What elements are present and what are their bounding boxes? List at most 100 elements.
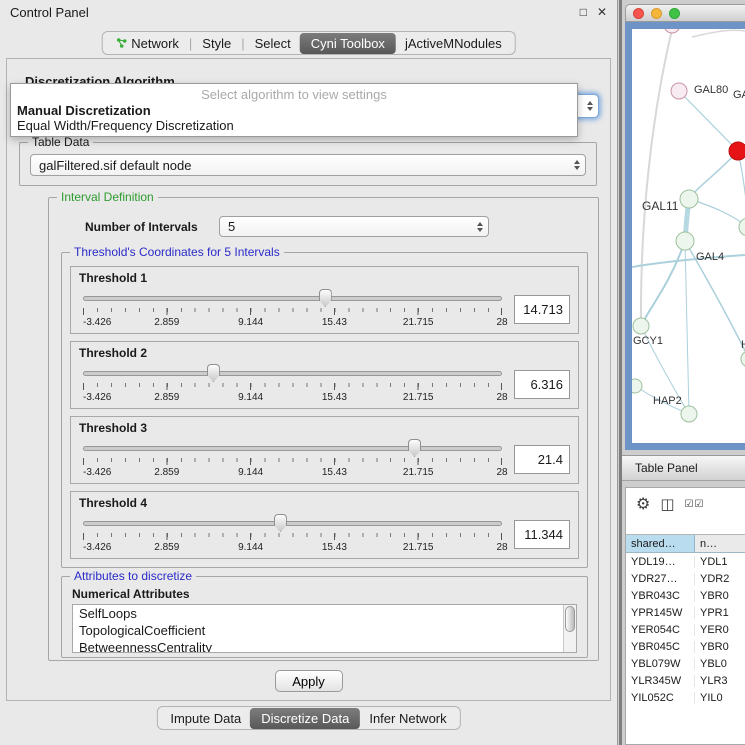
slider-track[interactable]: [83, 371, 502, 376]
slider-track[interactable]: [83, 296, 502, 301]
cell[interactable]: YBL079W: [626, 658, 695, 670]
table-header-row: shared… n…: [626, 534, 745, 553]
table-panel: ⚙ ◫ ☑☑ shared… n… YDL19… YDL1 YDR27… YDR…: [625, 487, 745, 745]
tab-cyni-toolbox[interactable]: Cyni Toolbox: [300, 33, 396, 54]
control-panel-window: Control Panel □ ✕ Network | Style | Sele…: [0, 0, 618, 745]
slider-track[interactable]: [83, 521, 502, 526]
table-row[interactable]: YPR145W YPR1: [626, 604, 745, 621]
threshold-1-slider[interactable]: -3.426 2.859 9.144 15.43 21.715 28: [83, 287, 502, 331]
number-of-intervals-combobox[interactable]: 5: [219, 216, 489, 237]
table-row[interactable]: YDR27… YDR2: [626, 570, 745, 587]
slider-thumb[interactable]: [319, 289, 332, 307]
table-row[interactable]: YBR043C YBR0: [626, 587, 745, 604]
node-label-gal11[interactable]: GAL11: [642, 199, 678, 213]
cell[interactable]: YBR043C: [626, 590, 695, 602]
slider-tick-labels: -3.426 2.859 9.144 15.43 21.715 28: [83, 317, 502, 329]
minimize-traffic-light-icon[interactable]: [651, 8, 662, 19]
tab-label: Infer Network: [369, 711, 446, 726]
threshold-1-value-field[interactable]: 14.713: [514, 295, 570, 324]
float-window-icon[interactable]: □: [580, 5, 587, 19]
table-data-combobox[interactable]: galFiltered.sif default node: [30, 154, 586, 176]
node-label-partial[interactable]: GA: [733, 89, 745, 101]
cell[interactable]: YDL19…: [626, 556, 695, 568]
combobox-arrows-icon: [477, 222, 483, 232]
list-scrollbar[interactable]: [563, 605, 576, 652]
cell[interactable]: YDR2: [695, 573, 745, 585]
table-row[interactable]: YER054C YER0: [626, 621, 745, 638]
tick-label: 21.715: [403, 542, 434, 553]
threshold-3-label: Threshold 3: [79, 421, 570, 435]
network-window-titlebar[interactable]: [625, 4, 745, 22]
cell[interactable]: YBR0: [695, 590, 745, 602]
cell[interactable]: YPR145W: [626, 607, 695, 619]
node-label-gal80[interactable]: GAL80: [694, 84, 728, 96]
tab-label: Network: [131, 36, 179, 51]
table-row[interactable]: YBR045C YBR0: [626, 638, 745, 655]
tick-label: 2.859: [154, 542, 179, 553]
node-label-gcy1[interactable]: GCY1: [633, 335, 663, 347]
table-row[interactable]: YBL079W YBL0: [626, 655, 745, 672]
cell[interactable]: YDL1: [695, 556, 745, 568]
tab-style[interactable]: Style: [193, 34, 240, 53]
tab-infer-network[interactable]: Infer Network: [360, 709, 455, 728]
cell[interactable]: YIL052C: [626, 692, 695, 704]
cell[interactable]: YIL0: [695, 692, 745, 704]
cell[interactable]: YBR045C: [626, 641, 695, 653]
slider-track[interactable]: [83, 446, 502, 451]
list-item[interactable]: TopologicalCoefficient: [73, 622, 576, 639]
column-header-name[interactable]: n…: [695, 535, 745, 552]
apply-button[interactable]: Apply: [275, 670, 343, 692]
tab-select[interactable]: Select: [246, 34, 300, 53]
cell[interactable]: YLR3: [695, 675, 745, 687]
tab-network[interactable]: Network: [106, 34, 188, 53]
threshold-2-label: Threshold 2: [79, 346, 570, 360]
cell[interactable]: YPR1: [695, 607, 745, 619]
cell[interactable]: YLR345W: [626, 675, 695, 687]
cell[interactable]: YDR27…: [626, 573, 695, 585]
list-item[interactable]: BetweennessCentrality: [73, 639, 576, 653]
combobox-arrows-icon: [574, 160, 580, 170]
network-view-frame: GAL80 GA GAL11 GAL4 GCY1 H HAP2: [625, 22, 745, 450]
scrollbar-thumb[interactable]: [565, 606, 575, 632]
threshold-2-slider[interactable]: -3.426 2.859 9.144 15.43 21.715 28: [83, 362, 502, 406]
tab-label: Discretize Data: [261, 711, 349, 726]
threshold-4-slider[interactable]: -3.426 2.859 9.144 15.43 21.715 28: [83, 512, 502, 556]
table-row[interactable]: YIL052C YIL0: [626, 689, 745, 706]
node-label-gal4[interactable]: GAL4: [696, 251, 724, 263]
list-item[interactable]: SelfLoops: [73, 605, 576, 622]
close-icon[interactable]: ✕: [597, 5, 607, 19]
number-of-intervals-value: 5: [228, 219, 235, 234]
tab-impute-data[interactable]: Impute Data: [161, 709, 250, 728]
columns-icon[interactable]: ◫: [660, 495, 674, 513]
numerical-attributes-label: Numerical Attributes: [72, 587, 190, 601]
cell[interactable]: YER054C: [626, 624, 695, 636]
cell[interactable]: YBR0: [695, 641, 745, 653]
slider-thumb[interactable]: [274, 514, 287, 532]
slider-major-ticks: [83, 533, 502, 540]
close-traffic-light-icon[interactable]: [633, 8, 644, 19]
threshold-3-value-field[interactable]: 21.4: [514, 445, 570, 474]
table-row[interactable]: YLR345W YLR3: [626, 672, 745, 689]
select-checkboxes-icon[interactable]: ☑☑: [685, 499, 705, 510]
tick-label: 15.43: [322, 467, 347, 478]
zoom-traffic-light-icon[interactable]: [669, 8, 680, 19]
slider-thumb[interactable]: [408, 439, 421, 457]
tab-discretize-data[interactable]: Discretize Data: [250, 708, 360, 729]
tab-jactivemnodules[interactable]: jActiveMNodules: [396, 34, 511, 53]
tick-label: -3.426: [83, 317, 111, 328]
column-header-shared-name[interactable]: shared…: [626, 535, 695, 552]
dropdown-option-manual-discretization[interactable]: Manual Discretization: [11, 103, 577, 118]
network-canvas[interactable]: GAL80 GA GAL11 GAL4 GCY1 H HAP2: [632, 29, 745, 443]
node-label-hap2[interactable]: HAP2: [653, 395, 682, 407]
threshold-2-value-field[interactable]: 6.316: [514, 370, 570, 399]
slider-thumb[interactable]: [207, 364, 220, 382]
threshold-3-box: Threshold 3 -3.426 2.859 9.144 15.43: [70, 416, 579, 484]
cell[interactable]: YER0: [695, 624, 745, 636]
gear-icon[interactable]: ⚙: [636, 494, 650, 514]
cell[interactable]: YBL0: [695, 658, 745, 670]
dropdown-option-equal-width-frequency[interactable]: Equal Width/Frequency Discretization: [11, 118, 577, 133]
threshold-3-slider[interactable]: -3.426 2.859 9.144 15.43 21.715 28: [83, 437, 502, 481]
threshold-4-value-field[interactable]: 11.344: [514, 520, 570, 549]
node-label-partial[interactable]: H: [741, 339, 745, 351]
table-row[interactable]: YDL19… YDL1: [626, 553, 745, 570]
